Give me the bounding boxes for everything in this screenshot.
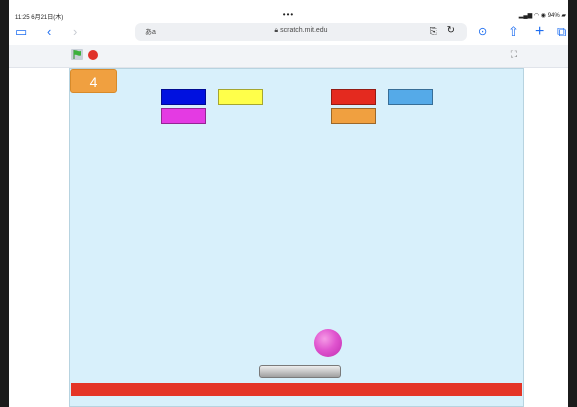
brick-magenta [161,108,206,124]
floor-red-line [71,383,522,396]
forward-icon[interactable]: › [73,24,77,40]
url-text: 🔒︎ scratch.mit.edu [274,27,328,34]
game-stage[interactable]: 4 [69,68,524,407]
stop-icon[interactable] [88,50,98,60]
brick-red [331,89,376,105]
status-bar: 11:25 6月21日(木) ••• ▂▄▆ ◠ ◉ 94% ▰ [9,10,568,22]
brick-light-blue [388,89,433,105]
lock-icon: 🔒︎ [274,27,279,34]
back-icon[interactable]: ‹ [47,24,51,40]
brick-orange [331,108,376,124]
screen: 11:25 6月21日(木) ••• ▂▄▆ ◠ ◉ 94% ▰ ▭ ‹ › あ… [0,0,577,407]
reload-icon[interactable]: ↻ [447,25,455,36]
scratch-player-controls: ⛶ [9,45,568,68]
battery-indicator: ▂▄▆ ◠ ◉ 94% ▰ [519,12,566,19]
downloads-icon[interactable]: ⊙ [478,24,487,40]
brick-blue [161,89,206,105]
reader-mode-icon[interactable]: ⎘ [430,26,437,37]
sidebar-icon[interactable]: ▭ [15,24,27,40]
device-bezel-right [568,0,577,407]
fullscreen-icon[interactable]: ⛶ [511,49,517,60]
green-flag-icon[interactable] [71,49,83,60]
address-bar[interactable]: あa 🔒︎ scratch.mit.edu ⎘ ↻ [135,23,467,41]
ball [314,329,342,357]
browser-toolbar: ▭ ‹ › あa 🔒︎ scratch.mit.edu ⎘ ↻ ⊙ ⇧ + ⧉ [9,22,568,44]
battery-percent: 94% [547,13,560,19]
share-icon[interactable]: ⇧ [508,24,519,40]
score-badge: 4 [70,69,117,93]
device-bezel-left [0,0,9,407]
new-tab-icon[interactable]: + [535,24,544,40]
tabs-overview-icon[interactable]: ⧉ [557,24,566,40]
multitasking-dots-icon[interactable]: ••• [9,10,568,19]
paddle[interactable] [259,365,341,378]
battery-icon: ▰ [561,13,566,19]
brick-yellow [218,89,263,105]
signal-wifi-icon: ▂▄▆ ◠ ◉ [518,13,548,19]
